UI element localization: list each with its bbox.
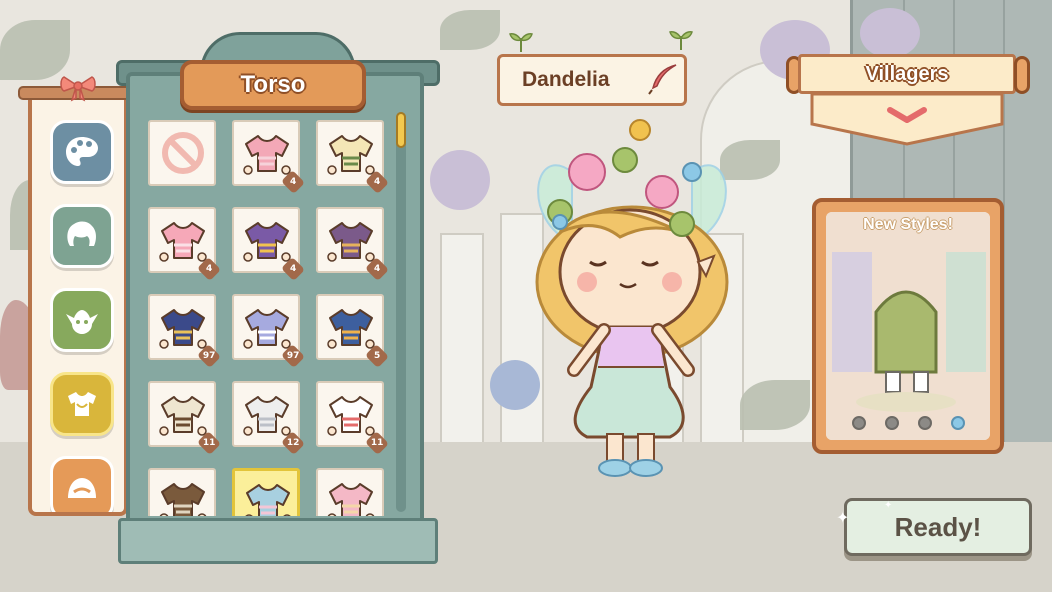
- shirt-icon: [159, 222, 207, 262]
- clothing-item[interactable]: 4: [148, 207, 222, 282]
- wardrobe-base: [118, 518, 438, 564]
- clothing-item[interactable]: 97: [232, 294, 306, 369]
- clothing-item[interactable]: 11: [316, 381, 390, 456]
- clothing-grid: 4 4 4 4 4 97 97 5 11 12 11: [140, 112, 396, 516]
- shirt-icon: [243, 222, 291, 262]
- clothing-item[interactable]: 4: [232, 120, 306, 195]
- shirt-icon: [243, 396, 291, 436]
- sparkle-icon: ✦: [884, 500, 893, 511]
- clothing-item[interactable]: 5: [316, 294, 390, 369]
- fence-picket: [440, 233, 484, 465]
- clothing-item[interactable]: 4: [232, 207, 306, 282]
- character-name: Dandelia: [522, 68, 610, 91]
- shirt-icon: [243, 135, 291, 175]
- clothing-item[interactable]: [148, 120, 216, 186]
- edit-quill-icon[interactable]: [646, 62, 680, 96]
- category-palette[interactable]: [50, 120, 114, 184]
- clothing-item[interactable]: 11: [148, 381, 222, 456]
- page-indicator-dot[interactable]: [918, 416, 932, 430]
- no-clothing-icon: [162, 132, 204, 174]
- category-title: Torso: [180, 60, 366, 110]
- shirt-icon: [327, 309, 375, 349]
- shirt-icon: [243, 309, 291, 349]
- scrollbar-thumb[interactable]: [396, 112, 406, 148]
- bg-flower: [430, 150, 490, 210]
- sprout-icon: [509, 33, 533, 52]
- shirt-icon: [159, 483, 207, 516]
- sprout-icon: [669, 31, 693, 50]
- clothing-item[interactable]: 4: [316, 120, 390, 195]
- shirt-icon: [327, 483, 375, 516]
- shirt-icon: [159, 396, 207, 436]
- sparkle-icon: ✦: [836, 508, 850, 527]
- category-torso[interactable]: [50, 372, 114, 436]
- ready-button[interactable]: Ready!: [844, 498, 1032, 556]
- category-accessory[interactable]: [50, 456, 114, 512]
- shirt-icon: [159, 309, 207, 349]
- clothing-item[interactable]: 4: [316, 207, 390, 282]
- shirt-icon: [327, 222, 375, 262]
- bg-flower: [860, 8, 920, 58]
- face-icon: [66, 310, 98, 334]
- styles-preview-image: [826, 212, 990, 440]
- leaf-decoration: [440, 10, 500, 50]
- clothing-item[interactable]: [316, 468, 384, 516]
- styles-preview: [826, 212, 990, 440]
- page-indicator-dot[interactable]: [852, 416, 866, 430]
- page-indicator-dot[interactable]: [951, 416, 965, 430]
- category-sidebar: [28, 88, 128, 516]
- accessory-icon: [68, 478, 96, 498]
- shirt-icon: [327, 135, 375, 175]
- villagers-dropdown-toggle[interactable]: [810, 92, 1004, 146]
- bow-icon: [60, 76, 96, 102]
- category-face[interactable]: [50, 288, 114, 352]
- wardrobe-scrollbar[interactable]: [396, 112, 406, 512]
- torso-icon: [68, 392, 96, 416]
- category-hair[interactable]: [50, 204, 114, 268]
- hair-icon: [67, 221, 96, 246]
- villagers-dropdown[interactable]: Villagers: [798, 54, 1016, 94]
- shirt-icon: [327, 396, 375, 436]
- clothing-item[interactable]: 12: [232, 381, 306, 456]
- palette-icon: [66, 137, 98, 166]
- new-styles-title: New Styles!: [863, 216, 953, 233]
- clothing-item[interactable]: [148, 468, 216, 516]
- shirt-icon: [245, 484, 291, 516]
- clothing-item[interactable]: 97: [148, 294, 222, 369]
- leaf-decoration: [0, 20, 70, 80]
- character-avatar: [535, 119, 729, 477]
- clothing-item[interactable]: [232, 468, 300, 516]
- page-indicator-dot[interactable]: [885, 416, 899, 430]
- scroll-roll-end: [1014, 56, 1030, 94]
